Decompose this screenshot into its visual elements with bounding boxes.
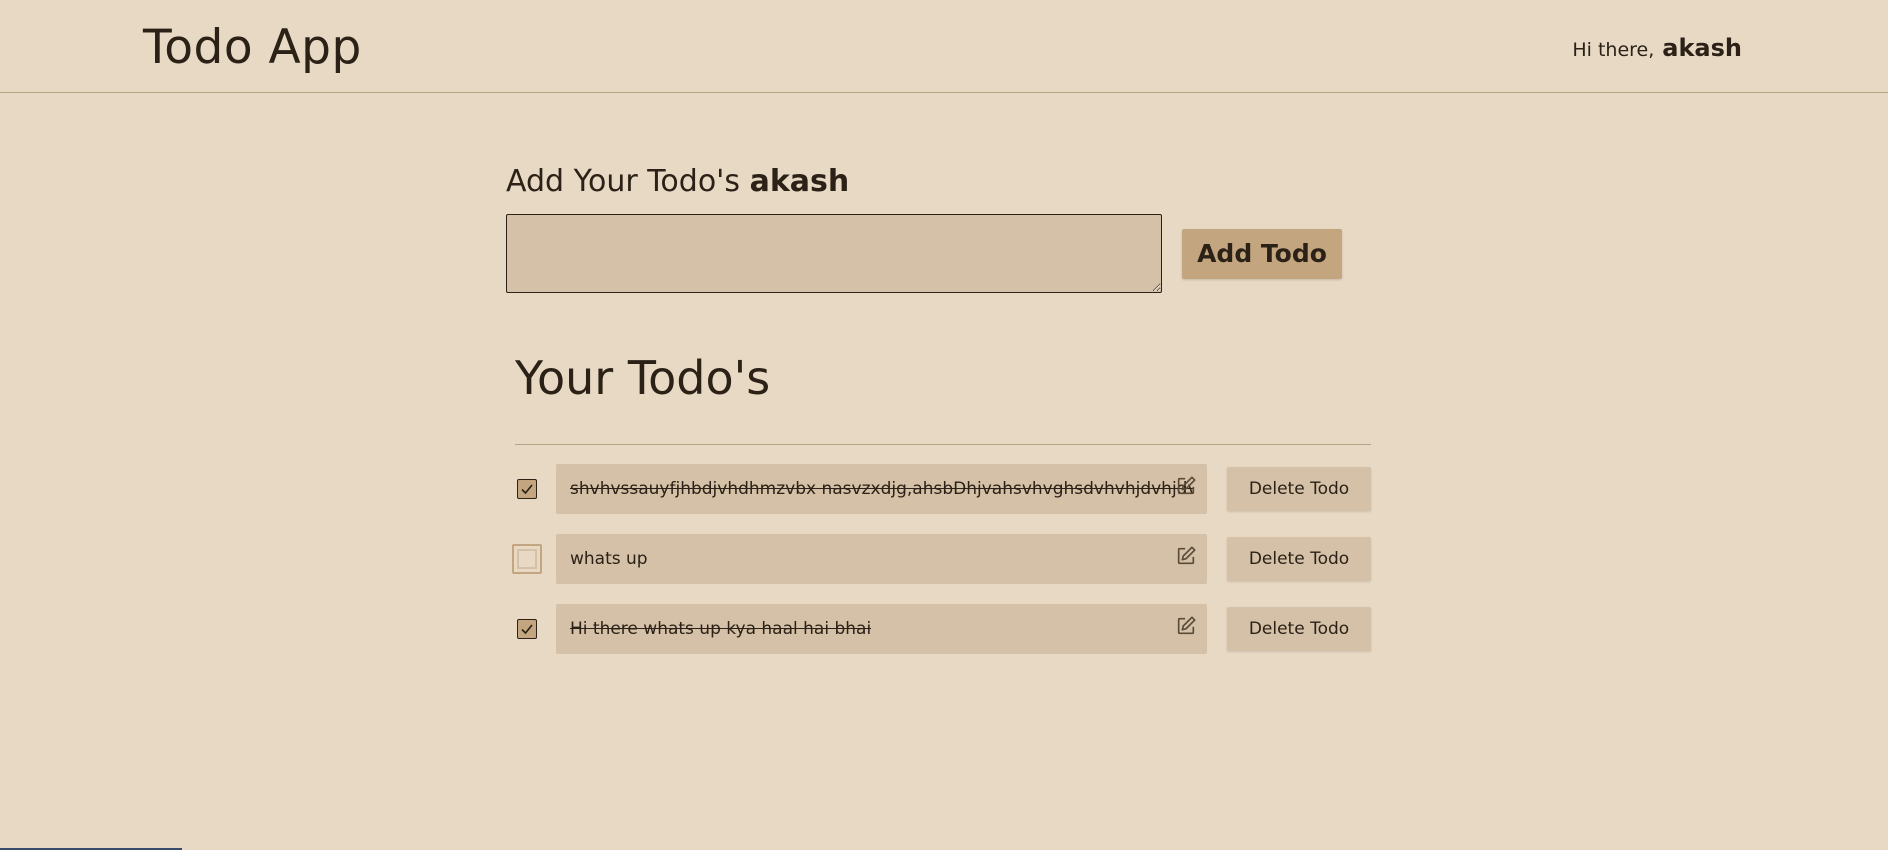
- todo-text: shvhvssauyfjhbdjvhdhmzvbx nasvzxdjg,ahsb…: [570, 479, 1193, 499]
- divider: [515, 444, 1371, 445]
- add-todo-section: Add Your Todo's akash Add Todo: [506, 162, 1342, 293]
- delete-todo-button[interactable]: Delete Todo: [1227, 537, 1371, 581]
- todo-checkbox-checked[interactable]: [517, 479, 537, 499]
- todo-checkbox-checked[interactable]: [517, 619, 537, 639]
- todo-list-section: Your Todo's shvhvssauyfjhbdjvhdhmzvbx na…: [512, 347, 1371, 654]
- user-greeting: Hi there, akash: [1572, 34, 1742, 62]
- add-todo-heading: Add Your Todo's akash: [506, 162, 849, 202]
- add-todo-heading-text: Add Your Todo's: [506, 164, 741, 199]
- greeting-username: akash: [1662, 34, 1742, 62]
- todo-text-box[interactable]: whats up: [556, 534, 1207, 584]
- app-title: Todo App: [143, 20, 362, 75]
- todo-input[interactable]: [506, 214, 1162, 293]
- todo-item: Hi there whats up kya haal hai bhai Dele…: [515, 604, 1371, 654]
- add-todo-heading-user: akash: [749, 164, 850, 199]
- todo-checkbox-unchecked[interactable]: [512, 544, 542, 574]
- todo-text: Hi there whats up kya haal hai bhai: [570, 619, 872, 639]
- todo-text: whats up: [570, 549, 648, 569]
- delete-todo-button[interactable]: Delete Todo: [1227, 607, 1371, 651]
- todo-item: shvhvssauyfjhbdjvhdhmzvbx nasvzxdjg,ahsb…: [515, 464, 1371, 514]
- delete-todo-button[interactable]: Delete Todo: [1227, 467, 1371, 511]
- todo-list-heading: Your Todo's: [515, 351, 771, 405]
- todo-item: whats up Delete Todo: [512, 534, 1371, 584]
- add-todo-row: Add Todo: [506, 214, 1342, 293]
- app-header: Todo App Hi there, akash: [0, 0, 1888, 93]
- edit-icon[interactable]: [1175, 615, 1197, 637]
- todo-text-box[interactable]: Hi there whats up kya haal hai bhai: [556, 604, 1207, 654]
- edit-icon[interactable]: [1175, 475, 1197, 497]
- todo-text-box[interactable]: shvhvssauyfjhbdjvhdhmzvbx nasvzxdjg,ahsb…: [556, 464, 1207, 514]
- add-todo-button[interactable]: Add Todo: [1182, 228, 1342, 279]
- greeting-label: Hi there,: [1572, 39, 1655, 61]
- check-icon: [521, 624, 533, 635]
- edit-icon[interactable]: [1175, 545, 1197, 567]
- check-icon: [521, 484, 533, 495]
